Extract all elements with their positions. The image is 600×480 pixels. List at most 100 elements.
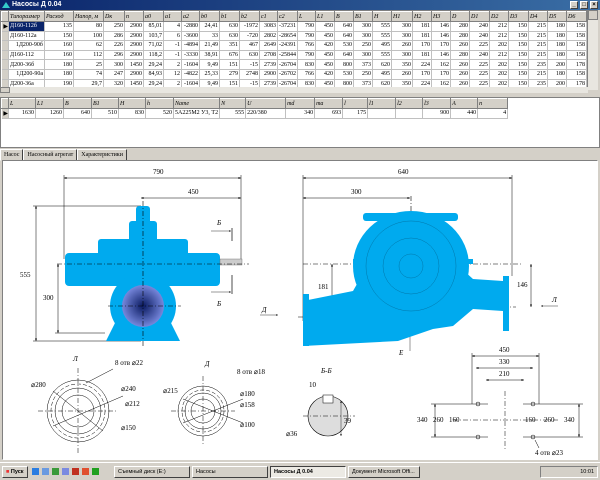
- table-cell[interactable]: 24,41: [199, 21, 220, 32]
- table-cell[interactable]: 1Д200-90б: [8, 40, 45, 51]
- table-cell[interactable]: 766: [297, 69, 316, 80]
- column-header[interactable]: n: [124, 11, 144, 22]
- table-cell[interactable]: 200: [547, 59, 567, 70]
- quicklaunch-app4-icon[interactable]: [92, 468, 99, 475]
- table-cell[interactable]: 280: [450, 50, 470, 61]
- table-cell[interactable]: -25844: [277, 50, 298, 61]
- table-cell[interactable]: 260: [450, 69, 470, 80]
- column-header[interactable]: D5: [547, 11, 567, 22]
- table-row[interactable]: 1Д200-90а 180 74 247 2900 84,93 12 -4822 25,33 27…: [1, 69, 587, 80]
- column-header[interactable]: md: [285, 98, 316, 109]
- table-cell[interactable]: 146: [431, 31, 451, 42]
- column-header[interactable]: a2: [181, 11, 200, 22]
- table-cell[interactable]: 212: [489, 50, 509, 61]
- table-cell[interactable]: 180: [547, 69, 567, 80]
- table-cell[interactable]: 74: [73, 69, 104, 80]
- table-cell[interactable]: 280: [450, 21, 470, 32]
- table-row[interactable]: Д200-36б 180 25 300 1450 29,24 2 -1604 9,49 151 -1…: [1, 59, 587, 70]
- table-cell[interactable]: 830: [118, 108, 146, 119]
- table-cell[interactable]: 790: [297, 31, 316, 42]
- column-header[interactable]: N: [219, 98, 247, 109]
- table-cell[interactable]: 2649: [259, 40, 278, 51]
- table-cell[interactable]: 250: [353, 40, 373, 51]
- table-cell[interactable]: 215: [528, 40, 548, 51]
- table-cell[interactable]: 4: [477, 108, 509, 119]
- table-cell[interactable]: 676: [219, 50, 240, 61]
- table-cell[interactable]: -24391: [277, 40, 298, 51]
- table-cell[interactable]: 555: [372, 31, 392, 42]
- table-cell[interactable]: 85,01: [143, 21, 164, 32]
- table-cell[interactable]: 247: [103, 69, 125, 80]
- column-header[interactable]: D1: [469, 11, 490, 22]
- quicklaunch-desktop-icon[interactable]: [42, 468, 49, 475]
- column-header[interactable]: l3: [422, 98, 452, 109]
- table-cell[interactable]: 420: [315, 69, 335, 80]
- table-cell[interactable]: [395, 108, 424, 119]
- table-cell[interactable]: 280: [450, 31, 470, 42]
- table-cell[interactable]: 170: [412, 69, 432, 80]
- table-cell[interactable]: 790: [297, 50, 316, 61]
- table-cell[interactable]: 29,24: [143, 59, 164, 70]
- table-row[interactable]: ▶ Д160-112б 135 80 250 2900 85,01 4 -2880 24,41 63…: [1, 21, 587, 32]
- table-cell[interactable]: 38,91: [199, 50, 220, 61]
- column-header[interactable]: L1: [315, 11, 335, 22]
- table-cell[interactable]: 150: [508, 31, 529, 42]
- table-cell[interactable]: -1604: [181, 59, 200, 70]
- table-cell[interactable]: 640: [334, 31, 354, 42]
- table-cell[interactable]: 224: [412, 59, 432, 70]
- column-header[interactable]: D4: [528, 11, 548, 22]
- table-cell[interactable]: 150: [508, 69, 529, 80]
- table-cell[interactable]: 495: [372, 40, 392, 51]
- column-header[interactable]: l2: [395, 98, 424, 109]
- table-cell[interactable]: 420: [315, 40, 335, 51]
- table-cell[interactable]: 440: [450, 108, 479, 119]
- table-cell[interactable]: 1630: [8, 108, 36, 119]
- table-cell[interactable]: 25,33: [199, 69, 220, 80]
- column-header[interactable]: h: [145, 98, 174, 109]
- table-cell[interactable]: -720: [239, 31, 260, 42]
- table-cell[interactable]: 160: [44, 40, 74, 51]
- table-cell[interactable]: 158: [566, 50, 587, 61]
- table-cell[interactable]: 555: [372, 50, 392, 61]
- table-cell[interactable]: 240: [469, 50, 490, 61]
- table-cell[interactable]: 640: [334, 50, 354, 61]
- table-cell[interactable]: 373: [353, 59, 373, 70]
- column-header[interactable]: H1: [391, 11, 413, 22]
- table-cell[interactable]: 830: [297, 59, 316, 70]
- table-cell[interactable]: 112: [73, 50, 104, 61]
- table-cell[interactable]: 450: [315, 59, 335, 70]
- table-cell[interactable]: 33: [199, 31, 220, 42]
- column-header[interactable]: Расход: [44, 11, 74, 22]
- table-cell[interactable]: 555: [219, 108, 247, 119]
- column-header[interactable]: H: [118, 98, 146, 109]
- column-header[interactable]: Напор, м: [73, 11, 104, 22]
- quicklaunch-ie-icon[interactable]: [32, 468, 39, 475]
- table-cell[interactable]: 2900: [124, 40, 144, 51]
- table-cell[interactable]: 640: [334, 21, 354, 32]
- vertical-scrollbar[interactable]: [588, 10, 598, 90]
- column-header[interactable]: c1: [259, 11, 278, 22]
- table-cell[interactable]: 150: [508, 40, 529, 51]
- start-button[interactable]: ■ Пуск: [2, 466, 28, 478]
- task-folder-pumps[interactable]: Насосы: [192, 466, 268, 478]
- table-cell[interactable]: 160: [44, 50, 74, 61]
- column-header[interactable]: H2: [412, 11, 432, 22]
- table-cell[interactable]: 170: [431, 40, 451, 51]
- column-header[interactable]: n: [477, 98, 509, 109]
- table-cell[interactable]: 146: [431, 21, 451, 32]
- table-cell[interactable]: -15: [239, 59, 260, 70]
- table-cell[interactable]: -4894: [181, 40, 200, 51]
- quicklaunch-app-icon[interactable]: [62, 468, 69, 475]
- table-cell[interactable]: 2: [163, 59, 182, 70]
- task-pumps-app[interactable]: Насосы Д 0.04: [270, 466, 346, 478]
- table-cell[interactable]: 150: [508, 21, 529, 32]
- table-cell[interactable]: 175: [342, 108, 369, 119]
- table-cell[interactable]: 340: [285, 108, 316, 119]
- table-cell[interactable]: 530: [334, 69, 354, 80]
- table-cell[interactable]: 1260: [35, 108, 64, 119]
- column-header[interactable]: a0: [143, 11, 164, 22]
- table-cell[interactable]: 790: [297, 21, 316, 32]
- column-header[interactable]: L: [8, 98, 36, 109]
- task-office-document[interactable]: Документ Microsoft Offi...: [348, 466, 420, 478]
- column-header[interactable]: a1: [163, 11, 182, 22]
